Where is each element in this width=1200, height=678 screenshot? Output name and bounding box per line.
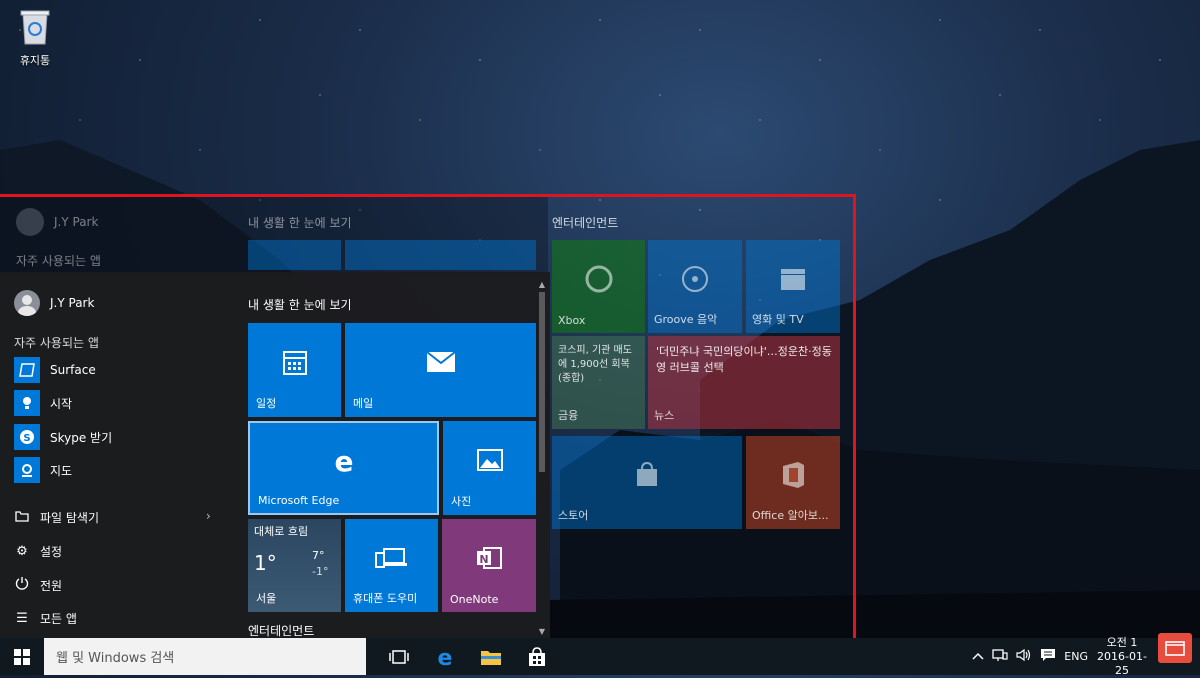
settings-label: 설정 bbox=[40, 545, 63, 559]
mail-icon bbox=[425, 351, 456, 377]
svg-text:e: e bbox=[438, 646, 453, 668]
chevron-up-icon[interactable] bbox=[972, 650, 984, 663]
skype-icon: S bbox=[14, 424, 40, 450]
photos-icon bbox=[476, 449, 503, 475]
taskbar: 웹 및 Windows 검색 e ENG 오전 1 2016-01-25 bbox=[0, 636, 1200, 678]
app-get-started-label: 시작 bbox=[50, 396, 73, 411]
entertainment-group-header: 엔터테인먼트 bbox=[248, 624, 315, 638]
edge-icon: e bbox=[438, 646, 453, 668]
recycle-bin-icon bbox=[20, 10, 50, 45]
calendar-icon bbox=[282, 348, 308, 380]
tile-onenote-label: OneNote bbox=[450, 593, 499, 606]
search-box[interactable]: 웹 및 Windows 검색 bbox=[44, 638, 366, 675]
list-icon: ☰ bbox=[16, 611, 28, 626]
power-label: 전원 bbox=[40, 578, 63, 593]
window-icon bbox=[1165, 641, 1185, 656]
weather-low: -1° bbox=[312, 565, 329, 578]
tile-weather[interactable]: 대체로 흐림 1° 7° -1° 서울 bbox=[248, 519, 341, 612]
scrollbar-thumb[interactable] bbox=[539, 292, 545, 472]
windows-logo-icon bbox=[14, 648, 30, 665]
volume-icon[interactable] bbox=[1016, 648, 1032, 665]
avatar bbox=[14, 290, 40, 316]
folder-icon bbox=[481, 650, 501, 665]
power-icon bbox=[14, 576, 30, 594]
search-placeholder: 웹 및 Windows 검색 bbox=[56, 651, 175, 666]
app-maps[interactable]: 지도 bbox=[14, 457, 72, 483]
taskbar-edge[interactable]: e bbox=[422, 638, 468, 675]
app-get-started[interactable]: 시작 bbox=[14, 390, 72, 416]
svg-text:S: S bbox=[23, 433, 30, 444]
svg-text:N: N bbox=[479, 553, 488, 566]
file-explorer-item[interactable]: 파일 탐색기 bbox=[14, 509, 99, 526]
network-icon[interactable] bbox=[992, 648, 1008, 665]
gear-icon: ⚙ bbox=[16, 544, 28, 559]
app-surface[interactable]: Surface bbox=[14, 357, 96, 383]
file-explorer-label: 파일 탐색기 bbox=[40, 511, 100, 525]
phone-laptop-icon bbox=[374, 547, 409, 573]
chevron-right-icon[interactable]: › bbox=[206, 509, 211, 523]
input-language[interactable]: ENG bbox=[1064, 650, 1088, 663]
tile-calendar[interactable]: 일정 bbox=[248, 323, 341, 417]
weather-high: 7° bbox=[312, 549, 325, 562]
scrollbar[interactable]: ▲ ▼ bbox=[538, 280, 546, 636]
maps-icon bbox=[14, 457, 40, 483]
surface-icon bbox=[14, 357, 40, 383]
weather-condition: 대체로 흐림 bbox=[254, 525, 309, 538]
tile-mail-label: 메일 bbox=[353, 397, 374, 410]
app-skype-label: Skype 받기 bbox=[50, 430, 113, 445]
clock-date: 2016-01-25 bbox=[1097, 649, 1147, 677]
power-item[interactable]: 전원 bbox=[14, 576, 62, 594]
app-skype[interactable]: S Skype 받기 bbox=[14, 424, 112, 450]
start-left-column: J.Y Park 자주 사용되는 앱 Surface 시작 S Skype 받기 bbox=[0, 272, 232, 638]
settings-item[interactable]: ⚙ 설정 bbox=[14, 543, 62, 560]
task-view-icon bbox=[389, 649, 409, 664]
tile-area: 내 생활 한 눈에 보기 일정 메일 e Microsoft Edge 사진 대… bbox=[246, 272, 538, 638]
recycle-bin-label: 휴지통 bbox=[19, 54, 51, 67]
taskbar-file-explorer[interactable] bbox=[468, 638, 514, 675]
tile-edge[interactable]: e Microsoft Edge bbox=[248, 421, 439, 515]
tile-phone-companion[interactable]: 휴대폰 도우미 bbox=[345, 519, 438, 612]
lightbulb-icon bbox=[14, 390, 40, 416]
tile-calendar-label: 일정 bbox=[256, 397, 277, 410]
scroll-up-icon[interactable]: ▲ bbox=[538, 280, 546, 289]
clock-time: 오전 1 bbox=[1106, 635, 1138, 649]
user-account[interactable]: J.Y Park bbox=[14, 290, 94, 316]
frequent-apps-header: 자주 사용되는 앱 bbox=[14, 336, 99, 350]
weather-city: 서울 bbox=[256, 592, 277, 605]
scroll-down-icon[interactable]: ▼ bbox=[538, 627, 546, 636]
store-bag-icon bbox=[529, 646, 545, 666]
task-view-button[interactable] bbox=[376, 638, 422, 675]
clock[interactable]: 오전 1 2016-01-25 bbox=[1096, 636, 1148, 678]
taskbar-store[interactable] bbox=[514, 638, 560, 675]
user-name: J.Y Park bbox=[50, 296, 95, 310]
all-apps-item[interactable]: ☰ 모든 앱 bbox=[14, 610, 77, 627]
recycle-bin[interactable]: 휴지통 bbox=[10, 8, 60, 68]
tile-mail[interactable]: 메일 bbox=[345, 323, 536, 417]
app-maps-label: 지도 bbox=[50, 463, 73, 478]
tile-onenote[interactable]: N OneNote bbox=[442, 519, 536, 612]
all-apps-label: 모든 앱 bbox=[40, 612, 77, 626]
weather-temp: 1° bbox=[254, 551, 277, 575]
action-center-icon[interactable] bbox=[1040, 648, 1056, 665]
app-surface-label: Surface bbox=[50, 363, 96, 377]
tile-phone-label: 휴대폰 도우미 bbox=[353, 592, 418, 605]
tile-photos[interactable]: 사진 bbox=[443, 421, 536, 515]
life-group-header: 내 생활 한 눈에 보기 bbox=[248, 298, 352, 312]
folder-icon bbox=[14, 510, 30, 526]
svg-text:e: e bbox=[334, 448, 353, 474]
start-button[interactable] bbox=[0, 638, 44, 675]
onenote-icon: N bbox=[475, 544, 503, 576]
notification-overlay-button[interactable] bbox=[1158, 633, 1192, 663]
tile-photos-label: 사진 bbox=[451, 495, 472, 508]
start-menu: J.Y Park 자주 사용되는 앱 Surface 시작 S Skype 받기 bbox=[0, 272, 550, 638]
tile-edge-label: Microsoft Edge bbox=[258, 494, 340, 507]
edge-icon: e bbox=[331, 445, 357, 478]
